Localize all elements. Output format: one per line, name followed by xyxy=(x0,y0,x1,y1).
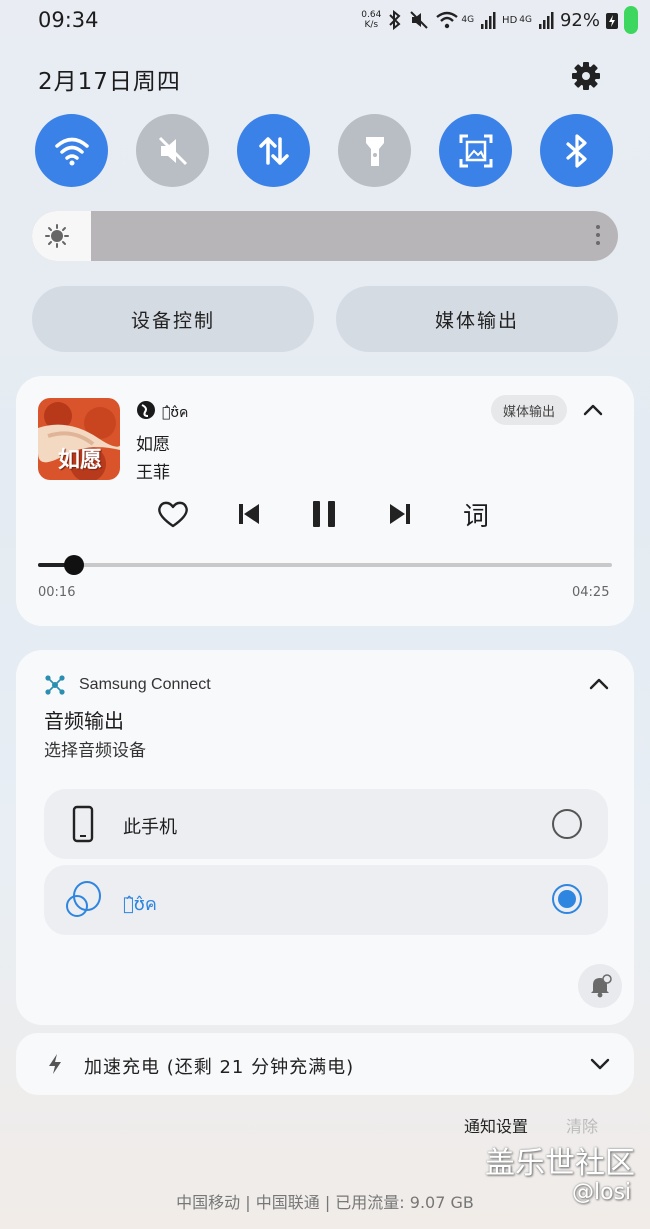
speed-unit: K/s xyxy=(364,20,379,30)
device-option-phone[interactable]: 此手机 xyxy=(44,789,608,859)
app-source-icon xyxy=(137,401,155,419)
phone-icon xyxy=(72,805,94,843)
device-label-earbuds: ค̂ʊ̂ค xyxy=(123,894,157,915)
clear-button[interactable]: 清除 xyxy=(566,1113,598,1137)
network-4g-label: 4G xyxy=(461,15,475,25)
collapse-chevron-icon[interactable] xyxy=(582,400,604,420)
next-button[interactable] xyxy=(379,493,421,535)
hd-label: HD xyxy=(502,14,518,26)
brightness-sun-icon xyxy=(45,224,69,248)
bluetooth-toggle[interactable] xyxy=(540,114,613,187)
status-time: 09:34 xyxy=(38,8,99,32)
previous-icon xyxy=(239,504,259,524)
album-art[interactable]: 如愿 xyxy=(38,398,120,480)
charging-icon xyxy=(606,13,618,29)
watermark-user: @losi xyxy=(572,1180,632,1205)
radio-selected-dot xyxy=(558,890,576,908)
screenshot-toggle[interactable] xyxy=(439,114,512,187)
speed-value: 0.64 xyxy=(361,10,382,20)
settings-gear-icon[interactable] xyxy=(570,60,602,92)
album-title-text: 如愿 xyxy=(58,447,103,473)
charging-text: 加速充电 (还剩 21 分钟充满电) xyxy=(84,1057,355,1078)
bell-snooze-icon xyxy=(591,974,612,998)
battery-icon xyxy=(624,6,638,34)
radio-phone[interactable] xyxy=(552,809,582,839)
favorite-button[interactable] xyxy=(152,493,194,535)
screenshot-icon xyxy=(459,134,492,167)
song-title: 如愿 xyxy=(136,435,170,455)
wifi-icon xyxy=(54,137,89,165)
next-icon xyxy=(390,504,410,524)
carrier-info: 中国移动 | 中国联通 | 已用流量: 9.07 GB xyxy=(0,1189,650,1213)
mute-icon xyxy=(410,11,429,29)
lyrics-button[interactable]: 词 xyxy=(455,493,497,535)
lightning-icon xyxy=(49,1054,61,1074)
total-time: 04:25 xyxy=(572,585,610,600)
separator-1: | xyxy=(245,1193,251,1212)
charging-notification[interactable]: 加速充电 (还剩 21 分钟充满电) xyxy=(16,1033,634,1095)
flashlight-icon xyxy=(365,136,384,166)
connect-app-name: Samsung Connect xyxy=(79,676,211,693)
pause-icon xyxy=(313,501,335,527)
separator-2: | xyxy=(324,1193,331,1212)
expand-chevron-icon[interactable] xyxy=(589,1055,611,1073)
network-4g-label-2: 4G xyxy=(519,15,532,25)
carrier-2: 中国联通 xyxy=(255,1193,320,1212)
radio-earbuds[interactable] xyxy=(552,884,582,914)
sound-toggle[interactable] xyxy=(136,114,209,187)
mute-icon xyxy=(158,136,187,165)
audio-output-title: 音频输出 xyxy=(44,709,124,733)
mobile-data-toggle[interactable] xyxy=(237,114,310,187)
carrier-1: 中国移动 xyxy=(176,1193,241,1212)
brightness-slider[interactable] xyxy=(32,211,618,261)
samsung-connect-icon xyxy=(45,675,65,695)
media-source-name: ค̂ʊ̂ค xyxy=(162,405,189,421)
heart-icon xyxy=(158,501,188,528)
media-progress-bar[interactable] xyxy=(38,555,612,575)
device-label-phone: 此手机 xyxy=(123,817,177,838)
date-label: 2月17日周四 xyxy=(38,69,181,95)
network-speed: 0.64 K/s xyxy=(361,10,381,30)
bluetooth-icon xyxy=(565,133,587,168)
notification-settings-button[interactable]: 通知设置 xyxy=(464,1113,528,1137)
signal-icon xyxy=(481,12,496,29)
collapse-chevron-icon[interactable] xyxy=(588,674,610,694)
data-arrows-icon xyxy=(258,136,289,165)
current-time: 00:16 xyxy=(38,585,76,600)
earbuds-icon xyxy=(66,881,101,917)
data-usage: 已用流量: 9.07 GB xyxy=(335,1193,474,1212)
flashlight-toggle[interactable] xyxy=(338,114,411,187)
media-output-chip[interactable]: 媒体输出 xyxy=(491,395,567,425)
device-option-earbuds[interactable]: ค̂ʊ̂ค xyxy=(44,865,608,935)
watermark-community: 盖乐世社区 xyxy=(485,1146,635,1181)
wifi-toggle[interactable] xyxy=(35,114,108,187)
pause-button[interactable] xyxy=(303,493,345,535)
previous-button[interactable] xyxy=(228,493,270,535)
device-control-button[interactable]: 设备控制 xyxy=(32,286,314,352)
media-output-button[interactable]: 媒体输出 xyxy=(336,286,618,352)
wifi-status-icon xyxy=(436,11,459,29)
bluetooth-icon xyxy=(389,10,401,30)
audio-output-subtitle: 选择音频设备 xyxy=(44,741,146,761)
signal-icon-2 xyxy=(538,12,554,29)
brightness-more-icon[interactable] xyxy=(596,225,600,249)
battery-percent: 92% xyxy=(559,9,600,31)
notification-snooze-button[interactable] xyxy=(578,964,622,1008)
status-icons: 0.64 K/s 4G HD 4G 92% xyxy=(361,6,638,34)
artist-name: 王菲 xyxy=(136,463,170,483)
